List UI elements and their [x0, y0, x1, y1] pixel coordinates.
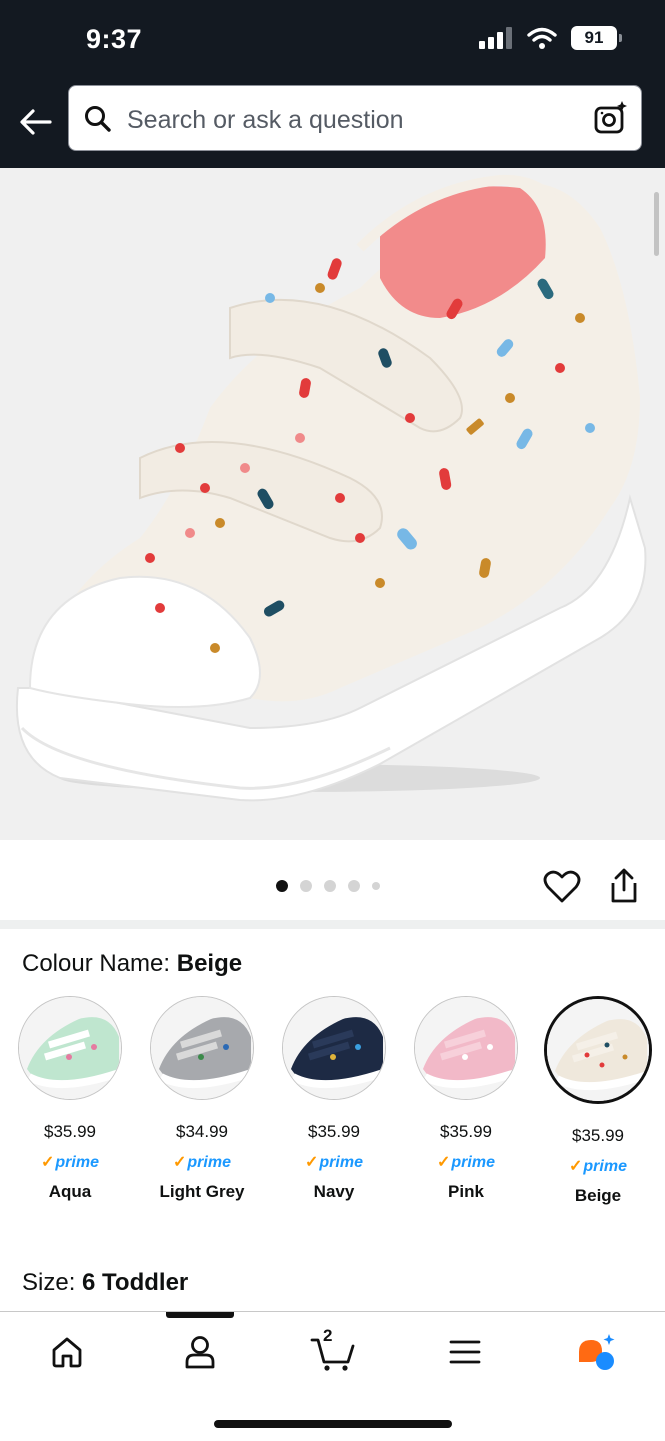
home-indicator[interactable]	[214, 1420, 452, 1428]
swatch-thumb[interactable]	[544, 996, 652, 1104]
prime-badge: ✓prime	[10, 1152, 130, 1172]
swatch-name: Navy	[313, 1182, 355, 1201]
swatch-navy[interactable]: $35.99 ✓prime Navy	[274, 996, 394, 1202]
carousel-indicator[interactable]	[276, 880, 380, 892]
swatch-price: $34.99	[176, 1122, 228, 1141]
size-label: Size:	[22, 1269, 76, 1296]
shoe-light-grey-image	[151, 997, 253, 1099]
nav-cart[interactable]: 2	[303, 1326, 363, 1374]
swatch-name: Light Grey	[159, 1182, 245, 1201]
colour-value: Beige	[176, 950, 243, 977]
size-value: 6 Toddler	[82, 1269, 189, 1296]
active-tab-indicator	[166, 1312, 234, 1318]
wifi-icon	[527, 27, 557, 49]
prime-badge: ✓prime	[274, 1152, 394, 1172]
swatch-thumb[interactable]	[414, 996, 518, 1100]
prime-label: prime	[187, 1154, 231, 1171]
search-header: Search or ask a question	[0, 82, 665, 168]
battery-level: 91	[584, 28, 604, 47]
shoe-pink-image	[415, 997, 517, 1099]
swatch-price: $35.99	[308, 1122, 360, 1141]
heart-icon[interactable]	[543, 870, 581, 904]
colour-label: Colour Name:	[22, 950, 171, 977]
prime-check-icon: ✓	[173, 1154, 187, 1171]
back-arrow-icon[interactable]	[16, 102, 56, 142]
prime-label: prime	[451, 1154, 495, 1171]
nav-rufus[interactable]	[566, 1330, 626, 1374]
image-scrollbar[interactable]	[654, 192, 659, 256]
carousel-dot[interactable]	[324, 880, 336, 892]
rufus-icon	[579, 1334, 615, 1370]
swatch-price: $35.99	[572, 1126, 624, 1145]
section-divider	[0, 920, 665, 929]
search-placeholder: Search or ask a question	[127, 106, 404, 134]
status-time: 9:37	[86, 24, 143, 54]
prime-check-icon: ✓	[305, 1154, 319, 1171]
camera-lens-icon[interactable]	[593, 100, 629, 136]
swatch-thumb[interactable]	[150, 996, 254, 1100]
swatch-thumb[interactable]	[18, 996, 122, 1100]
swatch-pink[interactable]: $35.99 ✓prime Pink	[406, 996, 526, 1202]
size-heading: Size: 6 Toddler	[22, 1269, 188, 1297]
swatch-thumb[interactable]	[282, 996, 386, 1100]
swatch-name: Pink	[448, 1182, 484, 1201]
swatch-name: Aqua	[48, 1182, 92, 1201]
status-icons: 91	[479, 26, 622, 50]
prime-badge: ✓prime	[142, 1152, 262, 1172]
cart-icon	[310, 1338, 355, 1371]
swatch-light-grey[interactable]: $34.99 ✓prime Light Grey	[142, 996, 262, 1202]
swatch-price: $35.99	[440, 1122, 492, 1141]
search-input[interactable]: Search or ask a question	[68, 85, 642, 151]
nav-home[interactable]	[37, 1330, 97, 1374]
home-icon	[52, 1337, 82, 1368]
prime-label: prime	[55, 1154, 99, 1171]
swatch-price: $35.99	[44, 1122, 96, 1141]
sneaker-image	[16, 174, 647, 802]
shoe-navy-image	[283, 997, 385, 1099]
nav-account[interactable]	[170, 1330, 230, 1374]
swatch-aqua[interactable]: $35.99 ✓prime Aqua	[10, 996, 130, 1202]
swatch-name: Beige	[574, 1186, 622, 1205]
carousel-dot[interactable]	[372, 882, 380, 890]
product-image[interactable]	[0, 168, 665, 840]
share-icon[interactable]	[608, 868, 640, 904]
status-bar: 9:37 91	[0, 0, 665, 82]
battery-icon: 91	[571, 26, 622, 50]
prime-label: prime	[583, 1158, 627, 1175]
prime-check-icon: ✓	[437, 1154, 451, 1171]
menu-icon	[449, 1340, 481, 1364]
prime-check-icon: ✓	[41, 1154, 55, 1171]
swatch-beige[interactable]: $35.99 ✓prime Beige	[538, 996, 658, 1206]
account-icon	[185, 1336, 215, 1369]
carousel-dot[interactable]	[300, 880, 312, 892]
carousel-dot[interactable]	[276, 880, 288, 892]
bottom-nav: 2	[0, 1311, 665, 1441]
shoe-aqua-image	[19, 997, 121, 1099]
prime-label: prime	[319, 1154, 363, 1171]
prime-check-icon: ✓	[569, 1158, 583, 1175]
shoe-beige-image	[547, 999, 649, 1101]
nav-menu[interactable]	[435, 1330, 495, 1374]
search-icon	[85, 106, 111, 132]
prime-badge: ✓prime	[406, 1152, 526, 1172]
prime-badge: ✓prime	[538, 1156, 658, 1176]
signal-icon	[479, 27, 512, 49]
cart-count: 2	[323, 1326, 333, 1345]
carousel-dot[interactable]	[348, 880, 360, 892]
colour-heading: Colour Name: Beige	[22, 950, 242, 978]
